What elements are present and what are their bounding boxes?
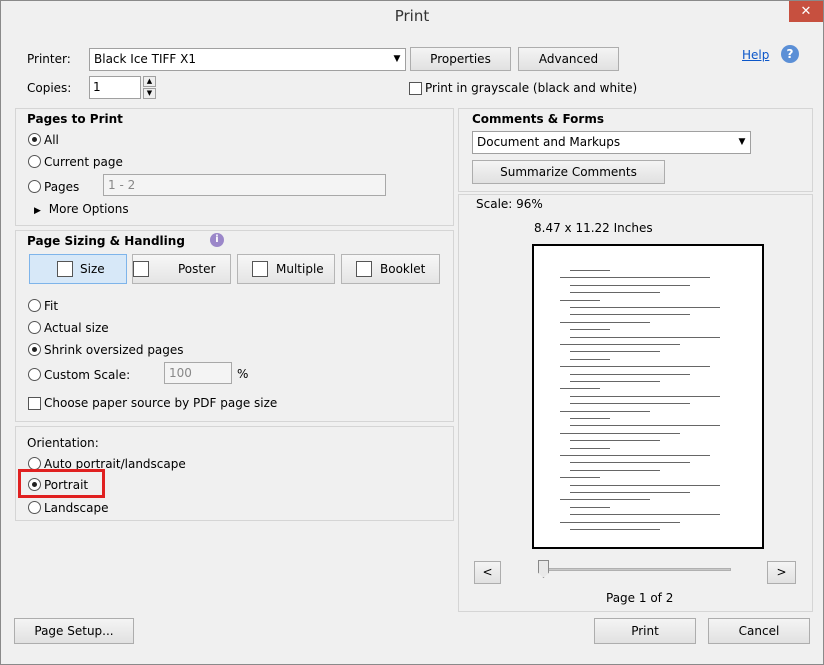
copies-increment[interactable]: ▲ <box>143 76 156 87</box>
preview-text-line <box>570 307 720 308</box>
summarize-comments-button[interactable]: Summarize Comments <box>472 160 665 184</box>
preview-text-line <box>560 455 710 456</box>
close-icon: ✕ <box>800 4 812 19</box>
preview-text-line <box>570 418 610 419</box>
preview-text-line <box>570 506 610 508</box>
properties-button[interactable]: Properties <box>410 47 511 71</box>
print-button[interactable]: Print <box>594 618 696 644</box>
multiple-icon <box>252 261 268 277</box>
preview-text-line <box>560 344 680 345</box>
tab-size[interactable]: Size <box>29 254 127 284</box>
tab-poster[interactable]: Poster <box>132 254 231 284</box>
cancel-button[interactable]: Cancel <box>708 618 810 644</box>
preview-text-line <box>570 469 660 471</box>
close-button[interactable]: ✕ <box>789 1 823 22</box>
preview-text-line <box>560 366 710 368</box>
preview-text-line <box>560 499 650 501</box>
preview-text-line <box>560 432 680 434</box>
comments-forms-select[interactable]: Document and Markups ▼ <box>472 131 751 154</box>
preview-text-line <box>570 336 720 338</box>
preview-text-line <box>570 514 720 516</box>
printer-select[interactable]: Black Ice TIFF X1 ▼ <box>89 48 406 71</box>
preview-text-line <box>570 270 610 271</box>
poster-icon <box>133 261 149 277</box>
page-slider-track[interactable] <box>541 568 731 571</box>
preview-text-line <box>570 351 660 353</box>
preview-text-line <box>570 425 720 427</box>
preview-text-line <box>560 321 650 323</box>
preview-text-line <box>560 388 600 390</box>
preview-text-line <box>570 395 720 397</box>
next-page-button[interactable]: > <box>767 561 796 584</box>
preview-text-line <box>570 358 610 360</box>
title-bar: Print ✕ <box>1 1 823 32</box>
custom-scale-input[interactable]: 100 <box>164 362 232 384</box>
preview-text-line <box>570 292 660 294</box>
print-dialog: Print ✕ Printer: Black Ice TIFF X1 ▼ Pro… <box>0 0 824 665</box>
pages-to-print-heading: Pages to Print <box>27 112 123 126</box>
info-icon[interactable]: i <box>210 233 224 247</box>
preview-text-line <box>560 477 600 479</box>
copies-decrement[interactable]: ▼ <box>143 88 156 99</box>
preview-text-line <box>570 462 690 464</box>
preview-text-line <box>570 492 690 493</box>
printer-select-value: Black Ice TIFF X1 <box>94 52 196 66</box>
tab-multiple[interactable]: Multiple <box>237 254 335 284</box>
highlight-box <box>18 469 105 498</box>
size-icon <box>57 261 73 277</box>
preview-page <box>532 244 764 549</box>
more-options-toggle[interactable]: ▶ More Options <box>34 202 129 216</box>
preview-text-line <box>570 314 690 316</box>
paper-source-label: Choose paper source by PDF page size <box>44 396 278 410</box>
help-icon[interactable]: ? <box>781 45 799 63</box>
percent-label: % <box>237 367 249 381</box>
window-title: Print <box>394 7 430 25</box>
chevron-down-icon: ▼ <box>393 54 401 64</box>
preview-text-line <box>560 521 680 523</box>
preview-text-line <box>570 484 720 486</box>
preview-text-line <box>570 373 690 375</box>
prev-page-button[interactable]: < <box>474 561 501 584</box>
page-sizing-heading: Page Sizing & Handling <box>27 234 185 248</box>
advanced-button[interactable]: Advanced <box>518 47 619 71</box>
copies-value: 1 <box>93 80 101 94</box>
page-indicator: Page 1 of 2 <box>606 591 674 605</box>
preview-text-line <box>570 403 690 405</box>
comments-forms-heading: Comments & Forms <box>472 112 604 126</box>
preview-text-line <box>570 447 610 449</box>
preview-text-line <box>570 529 660 530</box>
help-link[interactable]: Help <box>742 48 769 62</box>
comments-forms-value: Document and Markups <box>477 135 621 149</box>
preview-text-line <box>570 284 690 286</box>
grayscale-checkbox[interactable] <box>409 82 422 95</box>
scale-label: Scale: 96% <box>476 197 543 211</box>
copies-label: Copies: <box>27 81 72 95</box>
booklet-icon <box>356 261 372 277</box>
paper-source-checkbox[interactable] <box>28 397 41 410</box>
preview-text-line <box>570 440 660 442</box>
preview-text-line <box>560 299 600 301</box>
orientation-heading: Orientation: <box>27 436 99 450</box>
chevron-down-icon: ▼ <box>738 137 746 147</box>
preview-text-line <box>570 381 660 382</box>
preview-text-line <box>570 329 610 331</box>
grayscale-label: Print in grayscale (black and white) <box>425 81 638 95</box>
page-size-label: 8.47 x 11.22 Inches <box>534 221 653 235</box>
preview-text-line <box>560 277 710 279</box>
triangle-right-icon: ▶ <box>34 206 41 216</box>
tab-booklet[interactable]: Booklet <box>341 254 440 284</box>
preview-text-line <box>560 410 650 412</box>
pages-range-input[interactable]: 1 - 2 <box>103 174 386 196</box>
printer-label: Printer: <box>27 52 71 66</box>
copies-input[interactable]: 1 <box>89 76 141 99</box>
page-setup-button[interactable]: Page Setup... <box>14 618 134 644</box>
